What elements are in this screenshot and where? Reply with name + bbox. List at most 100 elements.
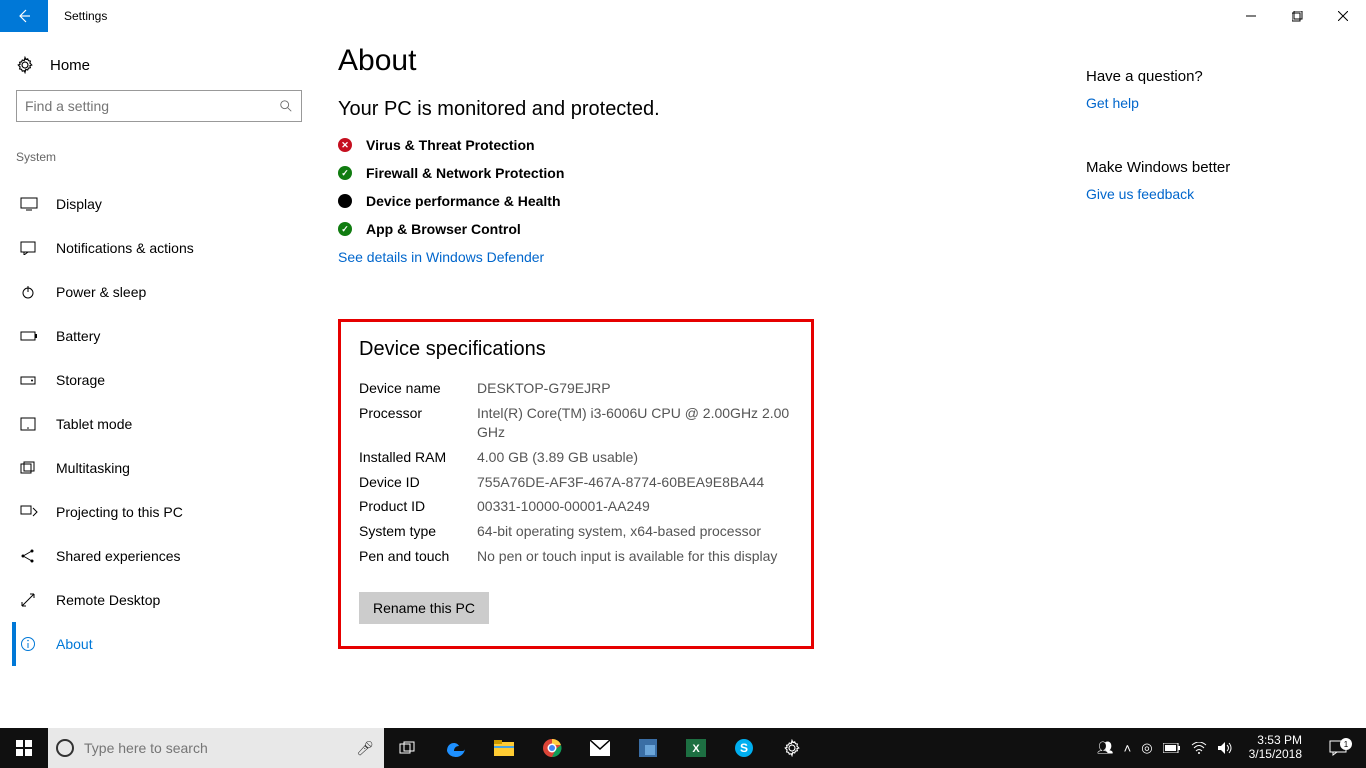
rename-pc-button[interactable]: Rename this PC — [359, 592, 489, 624]
sidebar-item-multitasking[interactable]: Multitasking — [12, 446, 294, 490]
minimize-button[interactable] — [1228, 0, 1274, 32]
search-icon — [279, 99, 293, 113]
tray-chevron-icon[interactable]: ˄ — [1124, 741, 1132, 756]
get-help-link[interactable]: Get help — [1086, 95, 1342, 111]
protection-list: ✕ Virus & Threat Protection ✓ Firewall &… — [338, 137, 1086, 237]
spec-row: ProcessorIntel(R) Core(TM) i3-6006U CPU … — [359, 404, 793, 442]
protection-subtitle: Your PC is monitored and protected. — [338, 98, 1086, 121]
storage-icon — [20, 374, 38, 386]
sidebar-item-display[interactable]: Display — [12, 182, 294, 226]
spec-value: No pen or touch input is available for t… — [477, 547, 793, 566]
chrome-icon[interactable] — [528, 728, 576, 768]
svg-text:X: X — [692, 743, 700, 755]
protection-label: Firewall & Network Protection — [366, 165, 564, 181]
notifications-icon — [20, 241, 38, 255]
window-controls — [1228, 0, 1366, 32]
sidebar-item-power[interactable]: Power & sleep — [12, 270, 294, 314]
taskbar-search-input[interactable] — [84, 740, 346, 756]
protection-row: ✕ Virus & Threat Protection — [338, 137, 1086, 153]
protection-row: Device performance & Health — [338, 193, 1086, 209]
sidebar: Home System Display Notifications & acti… — [0, 32, 310, 728]
home-link[interactable]: Home — [16, 56, 294, 74]
sidebar-item-remote[interactable]: Remote Desktop — [12, 578, 294, 622]
clock[interactable]: 3:53 PM 3/15/2018 — [1243, 734, 1308, 762]
info-icon — [20, 636, 38, 652]
spec-row: Device nameDESKTOP-G79EJRP — [359, 379, 793, 398]
sidebar-item-label: Multitasking — [56, 460, 130, 476]
taskbar: 🎤︎ X S 👥︎ ˄ ◎ 3:53 PM 3/15/2018 1 — [0, 728, 1366, 768]
taskbar-search[interactable]: 🎤︎ — [48, 728, 384, 768]
maximize-button[interactable] — [1274, 0, 1320, 32]
right-column: Have a question? Get help Make Windows b… — [1086, 32, 1366, 728]
feedback-link[interactable]: Give us feedback — [1086, 186, 1342, 202]
action-center-button[interactable]: 1 — [1318, 740, 1358, 756]
location-icon[interactable]: ◎ — [1141, 740, 1152, 756]
search-input-container[interactable] — [16, 90, 302, 122]
excel-icon[interactable]: X — [672, 728, 720, 768]
sidebar-item-label: Tablet mode — [56, 416, 132, 432]
spec-key: Processor — [359, 404, 477, 442]
file-explorer-icon[interactable] — [480, 728, 528, 768]
wifi-icon[interactable] — [1191, 742, 1207, 754]
back-button[interactable] — [0, 0, 48, 32]
sidebar-item-shared[interactable]: Shared experiences — [12, 534, 294, 578]
sidebar-item-label: Power & sleep — [56, 284, 146, 300]
spec-row: System type64-bit operating system, x64-… — [359, 522, 793, 541]
home-label: Home — [50, 57, 90, 74]
sidebar-item-projecting[interactable]: Projecting to this PC — [12, 490, 294, 534]
spec-row: Product ID00331-10000-00001-AA249 — [359, 497, 793, 516]
content: About Your PC is monitored and protected… — [310, 32, 1086, 728]
protection-label: Virus & Threat Protection — [366, 137, 535, 153]
page-title: About — [338, 44, 1086, 78]
mic-icon[interactable]: 🎤︎ — [356, 740, 374, 757]
better-heading: Make Windows better — [1086, 159, 1342, 176]
gear-icon — [16, 56, 34, 74]
projecting-icon — [20, 505, 38, 519]
sidebar-item-notifications[interactable]: Notifications & actions — [12, 226, 294, 270]
battery-icon — [20, 330, 38, 342]
app-icon[interactable] — [624, 728, 672, 768]
clock-date: 3/15/2018 — [1249, 748, 1302, 762]
defender-link[interactable]: See details in Windows Defender — [338, 249, 544, 265]
sidebar-item-label: About — [56, 636, 93, 652]
spec-key: Device name — [359, 379, 477, 398]
sidebar-item-label: Shared experiences — [56, 548, 181, 564]
cortana-icon — [56, 739, 74, 757]
protection-row: ✓ App & Browser Control — [338, 221, 1086, 237]
spec-key: Product ID — [359, 497, 477, 516]
question-heading: Have a question? — [1086, 68, 1342, 85]
edge-icon[interactable] — [432, 728, 480, 768]
spec-value: Intel(R) Core(TM) i3-6006U CPU @ 2.00GHz… — [477, 404, 793, 442]
spec-value: 4.00 GB (3.89 GB usable) — [477, 448, 793, 467]
spec-key: Device ID — [359, 473, 477, 492]
task-view-button[interactable] — [384, 728, 432, 768]
sidebar-item-label: Display — [56, 196, 102, 212]
protection-label: Device performance & Health — [366, 193, 561, 209]
spec-value: DESKTOP-G79EJRP — [477, 379, 793, 398]
settings-taskbar-icon[interactable] — [768, 728, 816, 768]
status-neutral-icon — [338, 194, 352, 208]
battery-tray-icon[interactable] — [1163, 743, 1181, 753]
back-arrow-icon — [16, 8, 32, 24]
multitasking-icon — [20, 461, 38, 475]
spec-key: Pen and touch — [359, 547, 477, 566]
spec-value: 755A76DE-AF3F-467A-8774-60BEA9E8BA44 — [477, 473, 793, 492]
start-button[interactable] — [0, 728, 48, 768]
search-input[interactable] — [25, 98, 279, 114]
clock-time: 3:53 PM — [1249, 734, 1302, 748]
sidebar-item-label: Storage — [56, 372, 105, 388]
spec-row: Pen and touchNo pen or touch input is av… — [359, 547, 793, 566]
sidebar-item-battery[interactable]: Battery — [12, 314, 294, 358]
spec-key: Installed RAM — [359, 448, 477, 467]
sidebar-item-storage[interactable]: Storage — [12, 358, 294, 402]
display-icon — [20, 197, 38, 211]
mail-icon[interactable] — [576, 728, 624, 768]
skype-icon[interactable]: S — [720, 728, 768, 768]
volume-icon[interactable] — [1217, 741, 1233, 755]
sidebar-item-about[interactable]: About — [12, 622, 294, 666]
spec-key: System type — [359, 522, 477, 541]
close-button[interactable] — [1320, 0, 1366, 32]
titlebar: Settings — [0, 0, 1366, 32]
people-icon[interactable]: 👥︎ — [1097, 740, 1114, 756]
sidebar-item-tablet[interactable]: Tablet mode — [12, 402, 294, 446]
